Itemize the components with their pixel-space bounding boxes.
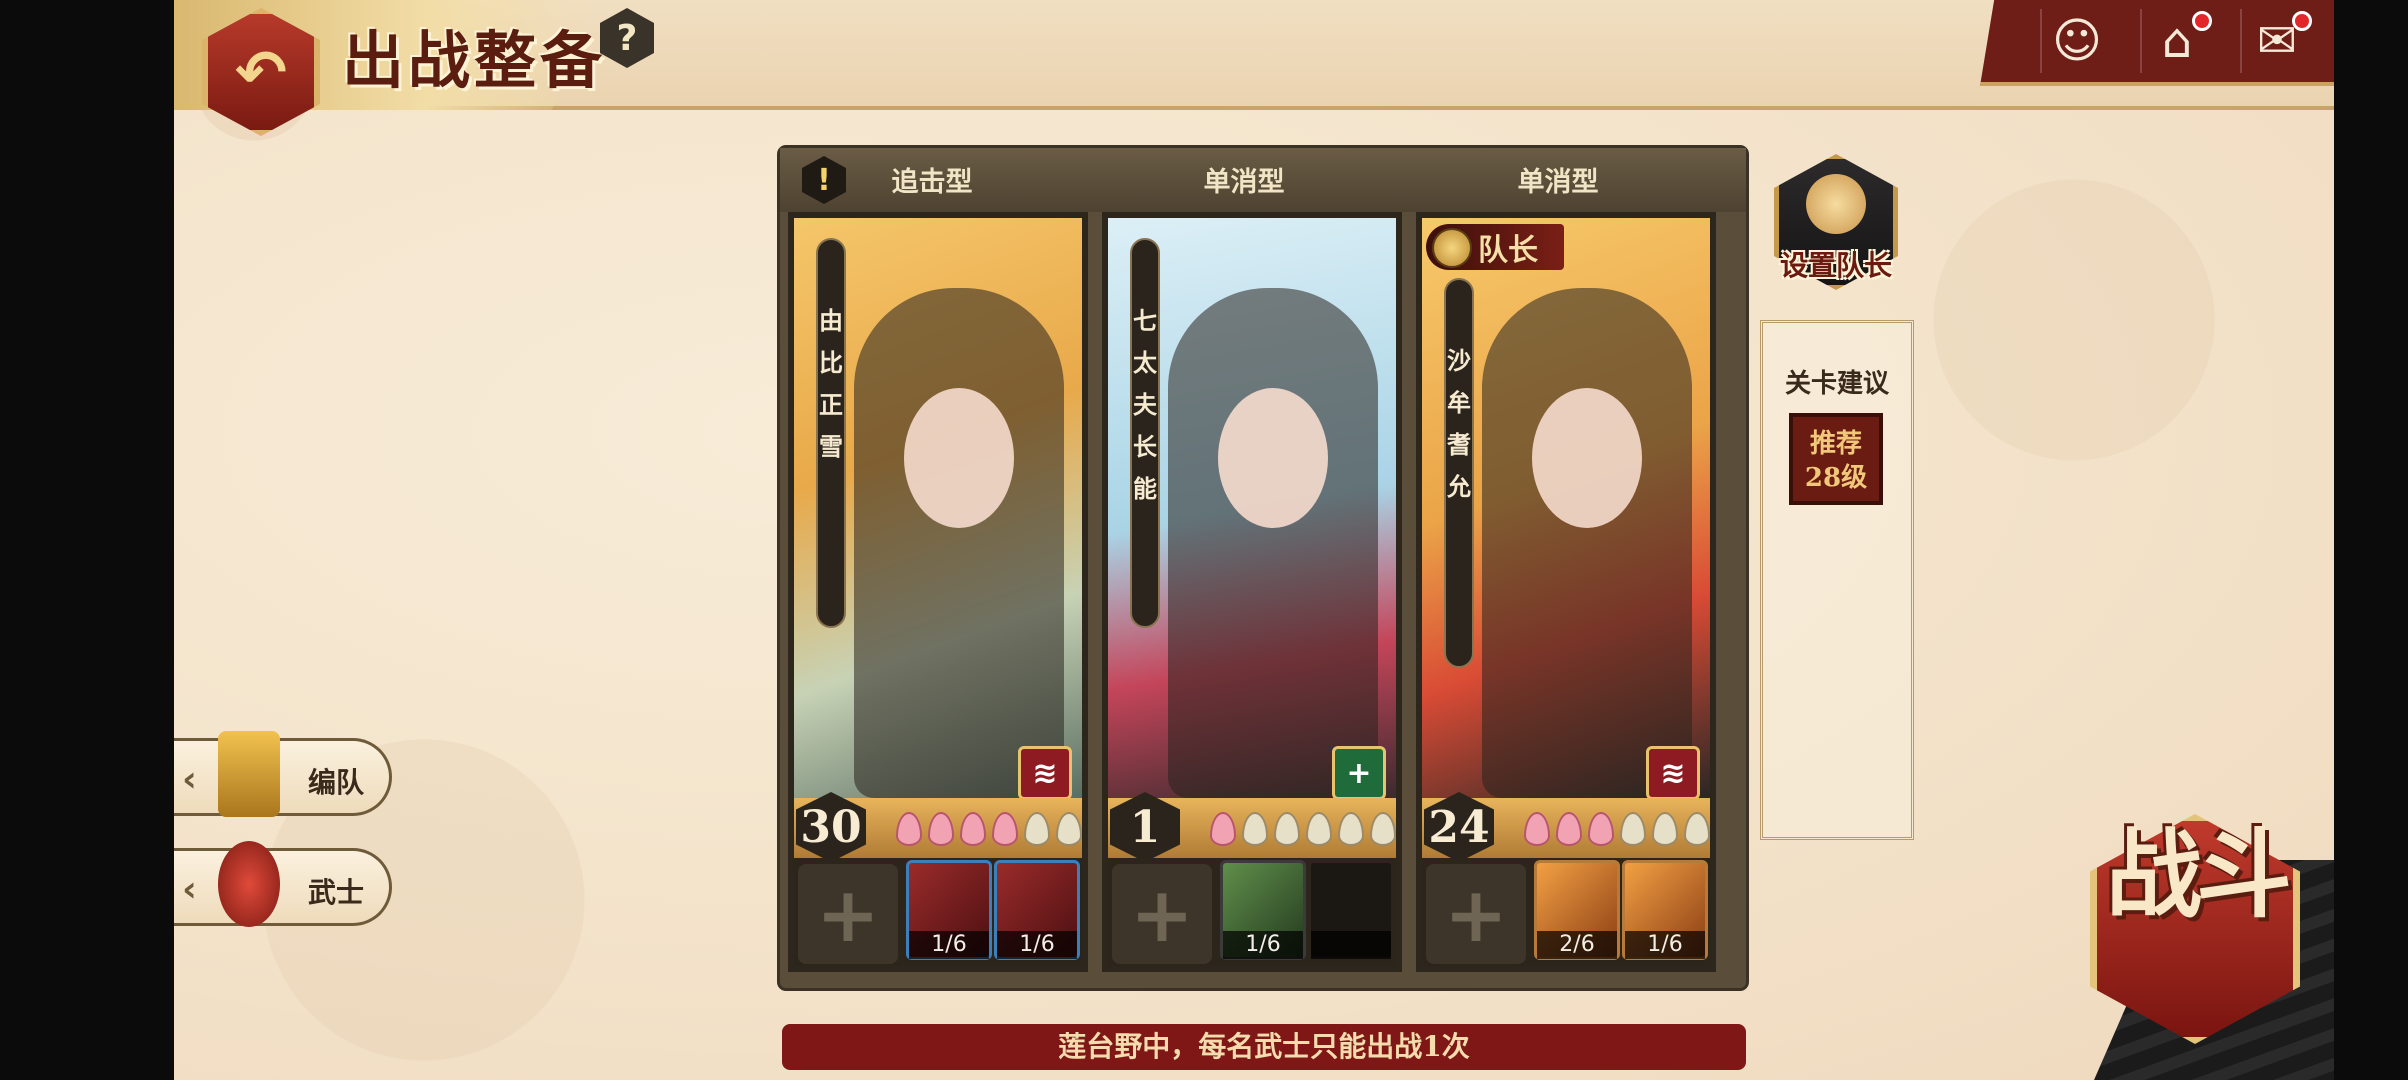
- petal-icon: [1306, 812, 1332, 846]
- equipment-slot[interactable]: [1308, 860, 1394, 960]
- character-face: [1532, 388, 1642, 528]
- back-arrow-icon: ↶: [235, 35, 287, 109]
- petal-icon: [1370, 812, 1396, 846]
- notification-dot: [2292, 11, 2312, 31]
- petal-icon: [960, 812, 986, 846]
- equipment-slot[interactable]: 1/6: [1622, 860, 1708, 960]
- petal-icon: [1274, 812, 1300, 846]
- petal-icon: [1210, 812, 1236, 846]
- captain-coin-icon: [1432, 228, 1472, 268]
- samurai-icon: [218, 841, 280, 927]
- character-portrait[interactable]: 七 太 夫 长 能 +: [1108, 218, 1396, 798]
- level-badge: 1: [1110, 792, 1180, 862]
- equipment-row: + 1/6 1/6: [794, 858, 1082, 966]
- petal-rating: [896, 812, 1082, 846]
- equipment-slot[interactable]: 1/6: [994, 860, 1080, 960]
- character-card[interactable]: 七 太 夫 长 能 + 1 + 1/6: [1102, 212, 1402, 972]
- type-label: 单消型: [1517, 167, 1599, 198]
- claw-icon: ≋: [1018, 746, 1072, 798]
- equipment-row: + 1/6: [1108, 858, 1396, 966]
- letterbox-left: [0, 0, 174, 1080]
- character-face: [904, 388, 1014, 528]
- character-card[interactable]: 由 比 正 雪 ≋ 30 + 1/6 1/6: [788, 212, 1088, 972]
- equipment-slot[interactable]: 2/6: [1534, 860, 1620, 960]
- plus-icon: +: [1332, 746, 1386, 798]
- notification-dot: [2192, 11, 2212, 31]
- petal-icon: [992, 812, 1018, 846]
- equipment-row: + 2/6 1/6: [1422, 858, 1710, 966]
- page-title: 出战整备: [342, 24, 607, 97]
- level-row: 30: [794, 792, 1082, 862]
- petal-icon: [1024, 812, 1050, 846]
- stage-advice-panel: 关卡建议 推荐 28级: [1760, 320, 1914, 840]
- level-row: 1: [1108, 792, 1396, 862]
- type-label: 追击型: [891, 167, 973, 198]
- character-name: 由 比 正 雪: [816, 238, 846, 628]
- character-figure: [854, 288, 1064, 798]
- petal-icon: [1652, 812, 1678, 846]
- petal-rating: [1524, 812, 1710, 846]
- team-panel: ! 追击型 单消型 单消型 由 比 正 雪 ≋ 30 + 1/6 1/6 七 太…: [780, 148, 1746, 988]
- petal-icon: [1588, 812, 1614, 846]
- chevron-left-icon: ‹: [182, 869, 197, 910]
- character-card[interactable]: 沙 牟 耆 允 队长 ≋ 24 + 2/6 1/6: [1416, 212, 1716, 972]
- add-skill-slot[interactable]: +: [798, 864, 898, 964]
- petal-icon: [1556, 812, 1582, 846]
- character-name: 沙 牟 耆 允: [1444, 278, 1474, 668]
- level-badge: 24: [1424, 792, 1494, 862]
- character-figure: [1168, 288, 1378, 798]
- battle-label[interactable]: 战斗: [2076, 820, 2316, 930]
- team-header: ! 追击型 单消型 单消型: [780, 148, 1746, 212]
- petal-icon: [1338, 812, 1364, 846]
- formation-button[interactable]: ‹ 编队: [174, 731, 392, 817]
- character-portrait[interactable]: 由 比 正 雪 ≋: [794, 218, 1082, 798]
- petal-icon: [896, 812, 922, 846]
- chevron-left-icon: ‹: [182, 759, 197, 800]
- mail-icon[interactable]: ✉: [2240, 9, 2312, 73]
- rule-notice: 莲台野中，每名武士只能出战1次: [782, 1024, 1746, 1070]
- character-icon[interactable]: ☺: [2040, 9, 2112, 73]
- equipment-slot[interactable]: 1/6: [906, 860, 992, 960]
- game-screen: ↶ 出战整备 ? ☺ ⌂ ✉ ! 追击型 单消型 单消型 由 比 正 雪 ≋ 3…: [174, 0, 2334, 1080]
- captain-coin-icon: [1806, 174, 1866, 234]
- character-name: 七 太 夫 长 能: [1130, 238, 1160, 628]
- petal-rating: [1210, 812, 1396, 846]
- advice-title: 关卡建议: [1784, 369, 1889, 399]
- level-badge: 30: [796, 792, 866, 862]
- petal-icon: [928, 812, 954, 846]
- petal-icon: [1524, 812, 1550, 846]
- letterbox-right: [2334, 0, 2408, 1080]
- add-skill-slot[interactable]: +: [1426, 864, 1526, 964]
- recommended-level-badge: 推荐 28级: [1789, 413, 1883, 505]
- petal-icon: [1620, 812, 1646, 846]
- banner-icon: [218, 731, 280, 817]
- character-figure: [1482, 288, 1692, 798]
- petal-icon: [1242, 812, 1268, 846]
- equipment-slot[interactable]: 1/6: [1220, 860, 1306, 960]
- top-right-menu: ☺ ⌂ ✉: [1980, 0, 2334, 86]
- petal-icon: [1684, 812, 1710, 846]
- captain-tag: 队长: [1426, 224, 1564, 270]
- add-skill-slot[interactable]: +: [1112, 864, 1212, 964]
- samurai-button[interactable]: ‹ 武士: [174, 841, 392, 927]
- level-row: 24: [1422, 792, 1710, 862]
- set-captain-label[interactable]: 设置队长: [1758, 244, 1914, 284]
- type-label: 单消型: [1203, 167, 1285, 198]
- character-face: [1218, 388, 1328, 528]
- home-upgrade-icon[interactable]: ⌂: [2140, 9, 2212, 73]
- character-portrait[interactable]: 沙 牟 耆 允 队长 ≋: [1422, 218, 1710, 798]
- claw-icon: ≋: [1646, 746, 1700, 798]
- petal-icon: [1056, 812, 1082, 846]
